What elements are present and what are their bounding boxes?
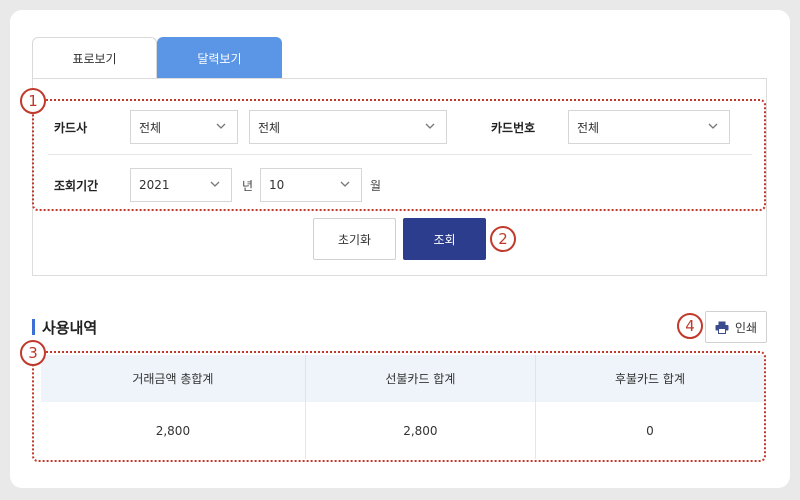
reset-button[interactable]: 초기화: [313, 218, 396, 260]
section-title-text: 사용내역: [42, 318, 98, 337]
tab-table-view[interactable]: 표로보기: [32, 37, 157, 79]
section-title-bar: [32, 319, 35, 335]
print-label: 인쇄: [734, 320, 758, 335]
print-button[interactable]: 인쇄: [705, 311, 767, 343]
annotation-box-summary: [32, 351, 766, 462]
printer-icon: [715, 321, 729, 334]
section-title: 사용내역: [32, 318, 98, 337]
annotation-marker-4: 4: [677, 313, 703, 339]
tab-calendar-view[interactable]: 달력보기: [157, 37, 282, 79]
annotation-marker-1: 1: [20, 88, 46, 114]
search-button[interactable]: 조회: [403, 218, 486, 260]
annotation-marker-2: 2: [490, 226, 516, 252]
annotation-box-filters: [32, 99, 766, 211]
annotation-marker-3: 3: [20, 340, 46, 366]
